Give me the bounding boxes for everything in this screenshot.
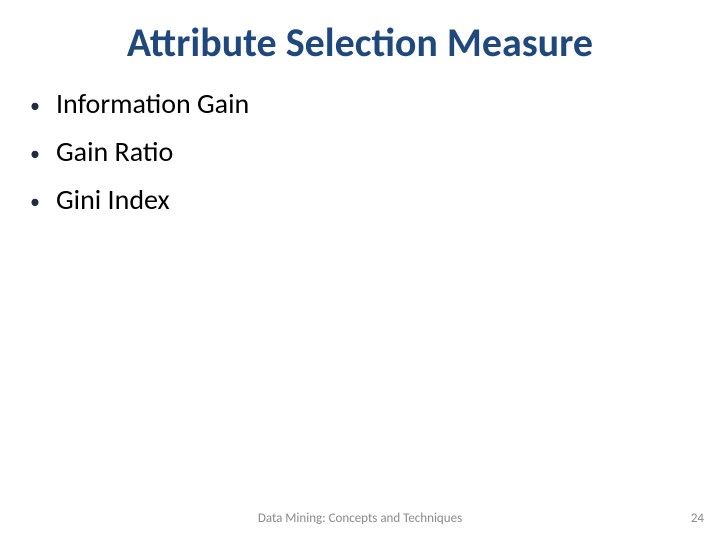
bullet-icon: • xyxy=(30,189,56,216)
footer-text: Data Mining: Concepts and Techniques xyxy=(0,511,720,526)
bullet-icon: • xyxy=(30,93,56,120)
list-item-text: Information Gain xyxy=(56,85,249,123)
list-item-text: Gini Index xyxy=(56,181,170,219)
list-item: • Information Gain xyxy=(30,85,680,123)
slide-title: Attribute Selection Measure xyxy=(0,18,720,67)
list-item-text: Gain Ratio xyxy=(56,133,173,171)
list-item: • Gain Ratio xyxy=(30,133,680,171)
bullet-icon: • xyxy=(30,141,56,168)
list-item: • Gini Index xyxy=(30,181,680,219)
slide-body: • Information Gain • Gain Ratio • Gini I… xyxy=(30,85,680,228)
slide: Attribute Selection Measure • Informatio… xyxy=(0,0,720,540)
page-number: 24 xyxy=(691,511,704,526)
